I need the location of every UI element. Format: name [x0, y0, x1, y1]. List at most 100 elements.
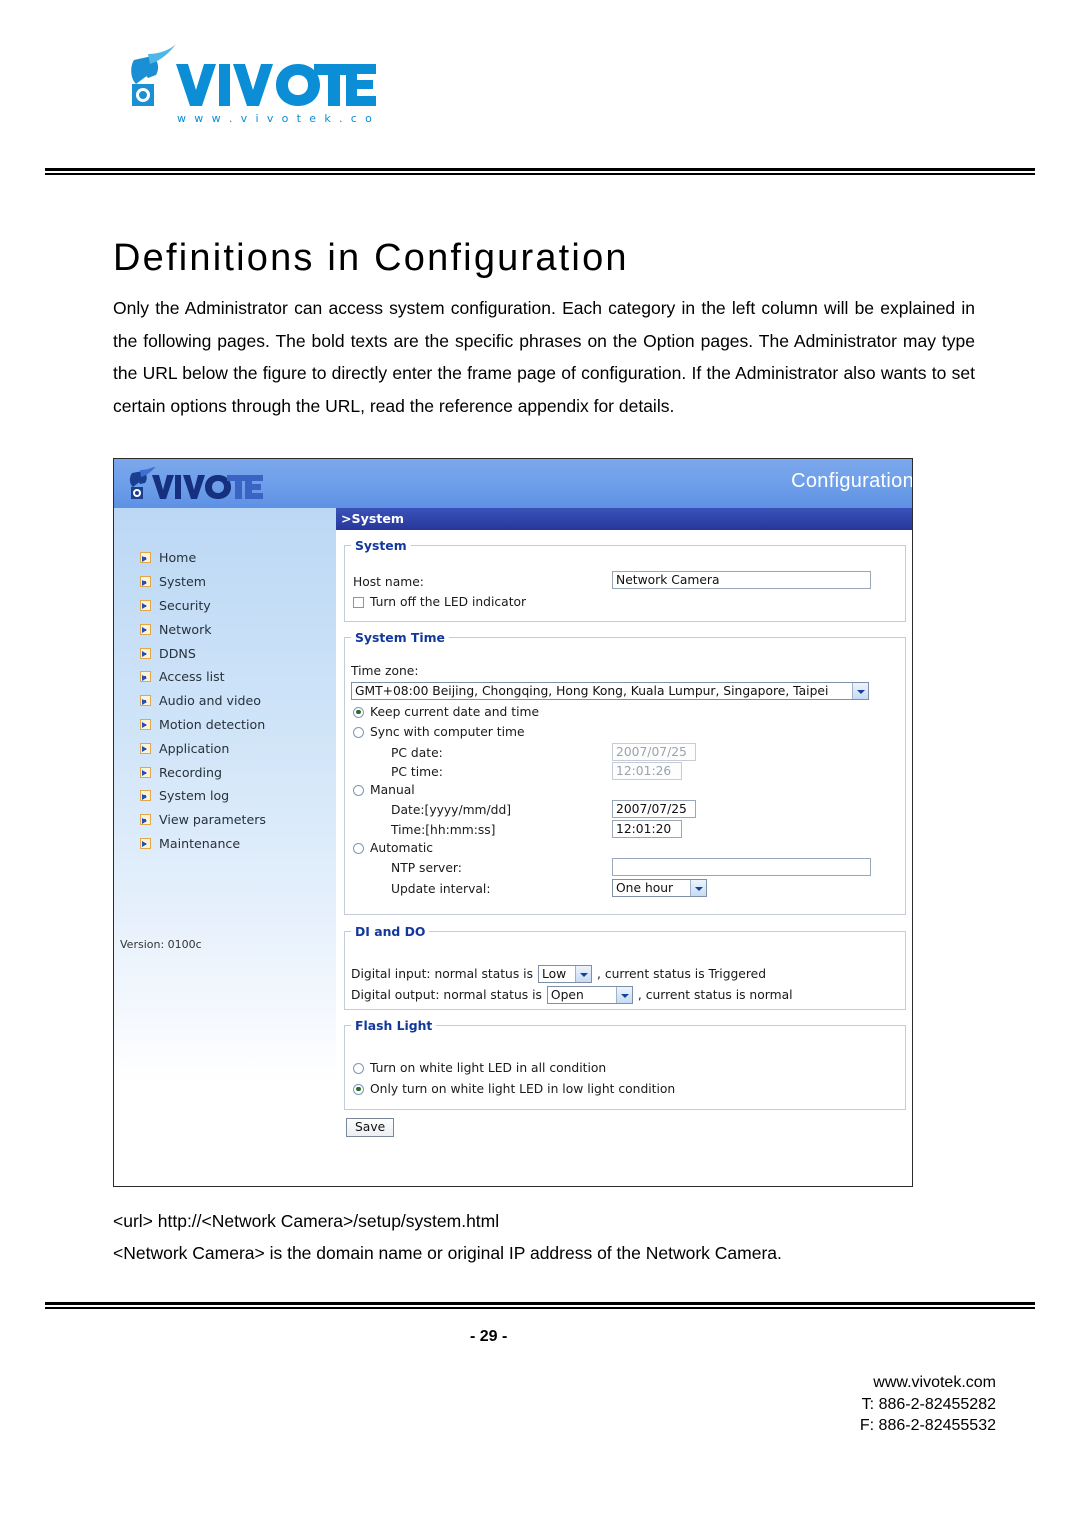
arrow-right-icon	[140, 814, 151, 826]
sidebar-item-home[interactable]: Home	[140, 546, 330, 570]
chevron-down-icon	[615, 987, 632, 1003]
digital-input-suffix: , current status is Triggered	[597, 967, 767, 981]
sidebar-item-network[interactable]: Network	[140, 617, 330, 641]
arrow-right-icon	[140, 671, 151, 683]
arrow-right-icon	[140, 576, 151, 588]
breadcrumb-system: >System	[336, 508, 912, 530]
digital-input-prefix: Digital input: normal status is	[351, 967, 533, 981]
system-group-legend: System	[355, 538, 407, 553]
digital-output-select[interactable]: Open	[546, 986, 633, 1004]
manual-time-input[interactable]	[612, 820, 682, 838]
sidebar-item-label: Recording	[159, 764, 222, 780]
pc-time-label: PC time:	[391, 765, 443, 779]
radio-manual-label: Manual	[370, 783, 415, 797]
radio-flash-low-icon[interactable]	[353, 1083, 364, 1095]
sidebar-item-label: Home	[159, 550, 197, 566]
sidebar-item-label: System	[159, 574, 206, 590]
flash-light-group-legend: Flash Light	[355, 1018, 433, 1033]
arrow-right-icon	[140, 766, 151, 778]
radio-flash-all-label: Turn on white light LED in all condition	[370, 1061, 607, 1075]
sidebar-item-system[interactable]: System	[140, 570, 330, 594]
radio-sync-computer-icon[interactable]	[353, 726, 364, 738]
radio-sync-computer-row[interactable]: Sync with computer time	[353, 725, 525, 739]
checkbox-icon[interactable]	[353, 596, 364, 608]
ntp-server-input[interactable]	[612, 858, 871, 876]
arrow-right-icon	[140, 552, 151, 564]
radio-keep-current-row[interactable]: Keep current date and time	[353, 705, 539, 719]
vivotek-logo-icon: w w w . v i v o t e k . c o m	[131, 44, 378, 125]
radio-automatic-row[interactable]: Automatic	[353, 841, 433, 855]
led-indicator-checkbox-row[interactable]: Turn off the LED indicator	[353, 595, 526, 609]
sidebar-item-label: Access list	[159, 669, 225, 685]
di-do-group-legend: DI and DO	[355, 924, 426, 939]
url-reference-block: <url> http://<Network Camera>/setup/syst…	[113, 1205, 993, 1269]
firmware-version: Version: 0100c	[120, 938, 202, 951]
vivotek-logo: w w w . v i v o t e k . c o m	[118, 42, 378, 132]
url-line-2: <Network Camera> is the domain name or o…	[113, 1243, 782, 1263]
radio-flash-low-row[interactable]: Only turn on white light LED in low ligh…	[353, 1082, 675, 1096]
arrow-right-icon	[140, 623, 151, 635]
footer-divider	[45, 1302, 1035, 1309]
radio-manual-icon[interactable]	[353, 784, 364, 796]
url-line-1: <url> http://<Network Camera>/setup/syst…	[113, 1211, 500, 1231]
digital-output-suffix: , current status is normal	[637, 988, 793, 1002]
sidebar-item-recording[interactable]: Recording	[140, 760, 330, 784]
footer-tel: T: 886-2-82455282	[861, 1395, 996, 1413]
manual-date-input[interactable]	[612, 800, 696, 818]
host-name-label: Host name:	[353, 575, 424, 589]
radio-automatic-label: Automatic	[370, 841, 434, 855]
digital-output-prefix: Digital output: normal status is	[351, 988, 542, 1002]
update-interval-select[interactable]: One hour	[612, 879, 707, 897]
digital-output-select-value: Open	[550, 988, 584, 1002]
ntp-server-label: NTP server:	[391, 861, 462, 875]
sidebar-item-label: View parameters	[159, 812, 266, 828]
arrow-right-icon	[140, 837, 151, 849]
chevron-down-icon	[690, 880, 706, 896]
radio-flash-all-icon[interactable]	[353, 1062, 364, 1074]
flash-light-group: Flash Light Turn on white light LED in a…	[344, 1018, 906, 1110]
radio-manual-row[interactable]: Manual	[353, 783, 415, 797]
radio-keep-current-icon[interactable]	[353, 706, 364, 718]
arrow-right-icon	[140, 599, 151, 611]
sidebar-item-label: Maintenance	[159, 835, 241, 851]
time-zone-select-value: GMT+08:00 Beijing, Chongqing, Hong Kong,…	[355, 684, 829, 698]
arrow-right-icon	[140, 742, 151, 754]
chevron-down-icon	[852, 683, 868, 699]
page-title: Definitions in Configuration	[113, 237, 629, 280]
system-time-group: System Time Time zone: GMT+08:00 Beijing…	[344, 630, 906, 915]
host-name-input[interactable]	[612, 571, 871, 589]
footer-website: www.vivotek.com	[873, 1374, 996, 1391]
sidebar-item-motion-detection[interactable]: Motion detection	[140, 713, 330, 737]
sidebar-item-security[interactable]: Security	[140, 594, 330, 618]
sidebar-item-access-list[interactable]: Access list	[140, 665, 330, 689]
arrow-right-icon	[140, 718, 151, 730]
sidebar-menu: Home System Security Network DDNS Access…	[140, 546, 330, 855]
radio-flash-low-label: Only turn on white light LED in low ligh…	[370, 1082, 676, 1096]
radio-sync-computer-label: Sync with computer time	[370, 725, 525, 739]
radio-keep-current-label: Keep current date and time	[370, 705, 540, 719]
arrow-right-icon	[140, 647, 151, 659]
screenshot-main-panel: >System System Host name: Turn off the L…	[336, 508, 912, 1186]
sidebar-item-label: Security	[159, 597, 211, 613]
sidebar-item-ddns[interactable]: DDNS	[140, 641, 330, 665]
arrow-right-icon	[140, 790, 151, 802]
sidebar-item-audio-and-video[interactable]: Audio and video	[140, 689, 330, 713]
save-button[interactable]: Save	[346, 1118, 395, 1137]
digital-input-select-value: Low	[542, 967, 567, 981]
screenshot-topbar: Configuration	[114, 459, 912, 508]
screenshot-vivotek-logo-icon	[129, 467, 263, 499]
sidebar-item-view-parameters[interactable]: View parameters	[140, 808, 330, 832]
radio-automatic-icon[interactable]	[353, 842, 364, 854]
update-interval-select-value: One hour	[616, 881, 674, 895]
sidebar-item-system-log[interactable]: System log	[140, 784, 330, 808]
sidebar-item-maintenance[interactable]: Maintenance	[140, 832, 330, 856]
di-do-group: DI and DO Digital input: normal status i…	[344, 924, 906, 1010]
system-group: System Host name: Turn off the LED indic…	[344, 538, 906, 622]
sidebar-item-application[interactable]: Application	[140, 736, 330, 760]
digital-input-select[interactable]: Low	[538, 965, 592, 983]
intro-text: Only the Administrator can access system…	[113, 298, 975, 416]
intro-paragraph: Only the Administrator can access system…	[113, 292, 975, 422]
sidebar-item-label: DDNS	[159, 645, 196, 661]
radio-flash-all-row[interactable]: Turn on white light LED in all condition	[353, 1061, 606, 1075]
time-zone-select[interactable]: GMT+08:00 Beijing, Chongqing, Hong Kong,…	[351, 682, 869, 700]
